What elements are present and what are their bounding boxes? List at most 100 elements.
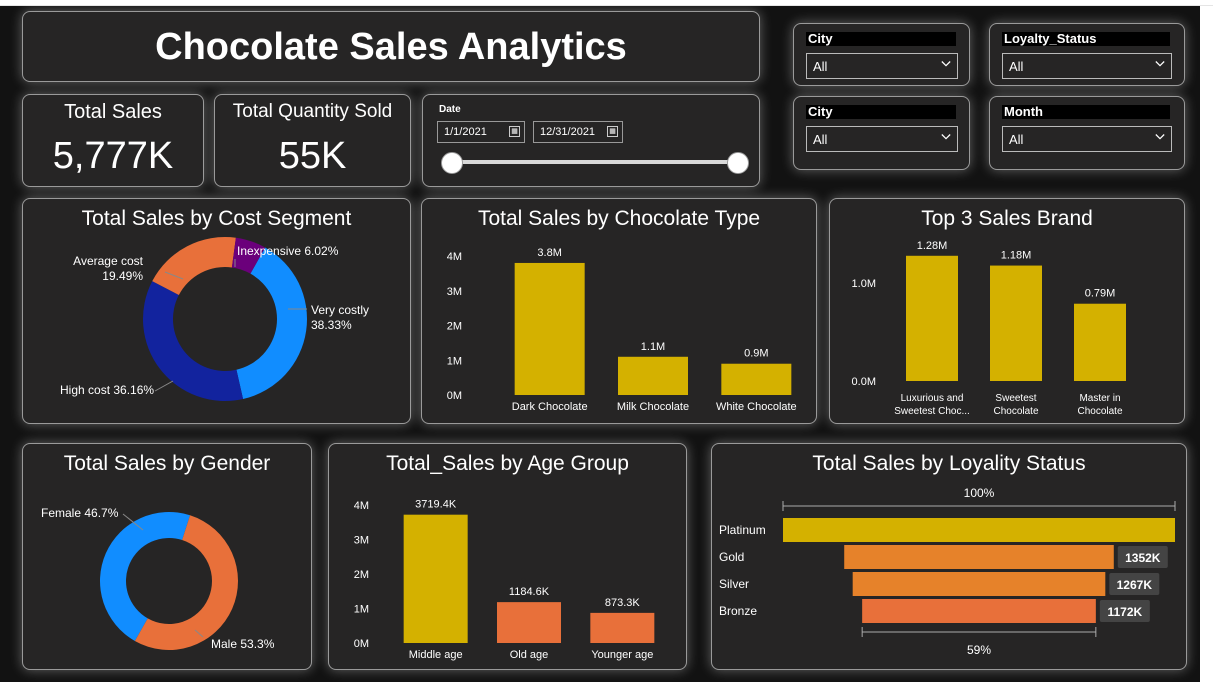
date-end-input[interactable]: 12/31/2021 ▦ [533, 121, 623, 143]
y-tick-label: 3M [447, 286, 462, 298]
slice-label: 19.49% [102, 269, 143, 283]
leader-line [154, 380, 174, 392]
age-group-card: Total_Sales by Age Group 0M 1M 2M 3M 4M 3719.… [328, 443, 687, 670]
slice-label: Very costly [311, 303, 369, 317]
date-end-value: 12/31/2021 [540, 126, 596, 138]
date-range-track[interactable] [451, 160, 739, 164]
quantity-value: 55K [278, 135, 347, 177]
chevron-down-icon[interactable] [941, 59, 951, 69]
gender-card: Total Sales by Gender Female 46.7% Male 5… [22, 443, 312, 670]
x-category-label: Middle age [409, 649, 463, 661]
y-tick-label: 2M [354, 569, 369, 581]
date-slicer[interactable]: Date 1/1/2021 ▦ 12/31/2021 ▦ [422, 94, 760, 187]
donut-slice-high-cost [143, 281, 244, 401]
loyalty-funnel-chart: 100% Platinum Gold 1352K Silver 1267K Bronze 11… [719, 486, 1176, 657]
slice-label: 38.33% [311, 318, 352, 332]
x-category-label: Luxurious and [901, 393, 964, 404]
x-category-label: White Chocolate [716, 401, 797, 413]
gender-donut: Female 46.7% Male 53.3% [41, 506, 275, 651]
chevron-down-icon[interactable] [941, 132, 951, 142]
funnel-bar-bronze [862, 599, 1096, 623]
donut-slice-average-cost [152, 237, 236, 296]
slice-label: Inexpensive 6.02% [237, 244, 339, 258]
x-category-label: Chocolate [1077, 406, 1122, 417]
age-group-bar-chart: 0M 1M 2M 3M 4M 3719.4K Middle age 1184.6K Old ag… [354, 499, 655, 661]
y-tick-label: 4M [354, 500, 369, 512]
date-range-end-handle[interactable] [727, 152, 749, 174]
city-slicer-1[interactable]: City All [793, 23, 970, 86]
month-slicer[interactable]: Month All [989, 96, 1185, 170]
data-label: 1352K [1125, 551, 1161, 565]
chocolate-type-bar-chart: 0M 1M 2M 3M 4M 3.8M Dark Chocolate 1.1M Milk Cho… [447, 247, 797, 413]
data-label: 3719.4K [415, 499, 457, 511]
bar-2 [721, 363, 792, 395]
bar-0 [906, 255, 958, 381]
y-tick-label: 1.0M [852, 278, 876, 290]
report-canvas: Chocolate Sales Analytics Total Sales 5,… [0, 6, 1200, 682]
data-label: 0.9M [744, 348, 768, 360]
top-brands-card: Top 3 Sales Brand 0.0M 1.0M 1.28M Luxurious… [829, 198, 1185, 424]
bar-1 [618, 356, 688, 395]
funnel-bar-gold [844, 545, 1114, 569]
x-category-label: Sweetest Choc... [894, 406, 970, 417]
bottom-percent-label: 59% [967, 643, 991, 657]
data-label: 1.28M [917, 240, 948, 252]
x-category-label: Sweetest [995, 393, 1036, 404]
data-label: 873.3K [605, 597, 641, 609]
quantity-label: Total Quantity Sold [232, 101, 393, 122]
slice-label: Male 53.3% [211, 637, 275, 651]
cost-segment-donut: Very costly38.33% High cost 36.16% Average… [60, 237, 369, 401]
date-range-start-handle[interactable] [441, 152, 463, 174]
loyalty-dropdown[interactable]: All [1002, 53, 1172, 79]
loyalty-slicer[interactable]: Loyalty_Status All [989, 23, 1185, 86]
x-category-label: Old age [510, 649, 549, 661]
data-label: 1267K [1117, 578, 1153, 592]
date-start-value: 1/1/2021 [444, 126, 487, 138]
y-tick-label: 0.0M [852, 376, 876, 388]
date-start-input[interactable]: 1/1/2021 ▦ [437, 121, 525, 143]
y-tick-label: 3M [354, 535, 369, 547]
x-category-label: Master in [1079, 393, 1120, 404]
data-label: 1.1M [641, 341, 665, 353]
x-category-label: Milk Chocolate [617, 401, 689, 413]
city-slicer-label: City [806, 105, 956, 119]
title-card: Chocolate Sales Analytics [22, 11, 760, 82]
bar-1 [497, 602, 561, 643]
donut-slice-female [100, 512, 191, 641]
data-label: 0.79M [1085, 288, 1116, 300]
quantity-card: Total Quantity Sold 55K [214, 94, 411, 187]
y-tick-label: 4M [447, 251, 462, 263]
y-tick-label: 0M [447, 390, 462, 402]
loyalty-slicer-label: Loyalty_Status [1002, 32, 1170, 46]
chevron-down-icon[interactable] [1155, 59, 1165, 69]
funnel-category-label: Platinum [719, 523, 766, 537]
bar-0 [403, 514, 468, 643]
total-sales-label: Total Sales [64, 101, 162, 123]
city-slicer-label: City [806, 32, 956, 46]
chevron-down-icon[interactable] [1155, 132, 1165, 142]
funnel-category-label: Gold [719, 550, 744, 564]
city-dropdown[interactable]: All [806, 126, 958, 152]
top-brands-bar-chart: 0.0M 1.0M 1.28M Luxurious and Sweetest Choc.… [852, 240, 1126, 417]
month-dropdown[interactable]: All [1002, 126, 1172, 152]
city-dropdown[interactable]: All [806, 53, 958, 79]
funnel-bar-platinum [783, 518, 1175, 542]
y-tick-label: 1M [354, 604, 369, 616]
slice-label: Female 46.7% [41, 506, 119, 520]
data-label: 1.18M [1001, 250, 1032, 262]
total-sales-value: 5,777K [52, 135, 174, 177]
data-label: 3.8M [537, 247, 561, 259]
calendar-icon[interactable]: ▦ [509, 126, 520, 137]
date-slicer-label: Date [439, 104, 461, 115]
report-title: Chocolate Sales Analytics [155, 26, 627, 68]
y-tick-label: 2M [447, 321, 462, 333]
calendar-icon[interactable]: ▦ [607, 126, 618, 137]
loyalty-card: Total Sales by Loyality Status 100% Plati… [711, 443, 1187, 670]
month-dropdown-value: All [1009, 132, 1024, 147]
data-label: 1184.6K [509, 586, 550, 598]
city-slicer-2[interactable]: City All [793, 96, 970, 170]
x-category-label: Chocolate [993, 406, 1038, 417]
bar-2 [1074, 303, 1126, 381]
bar-2 [590, 612, 655, 643]
loyalty-dropdown-value: All [1009, 59, 1024, 74]
